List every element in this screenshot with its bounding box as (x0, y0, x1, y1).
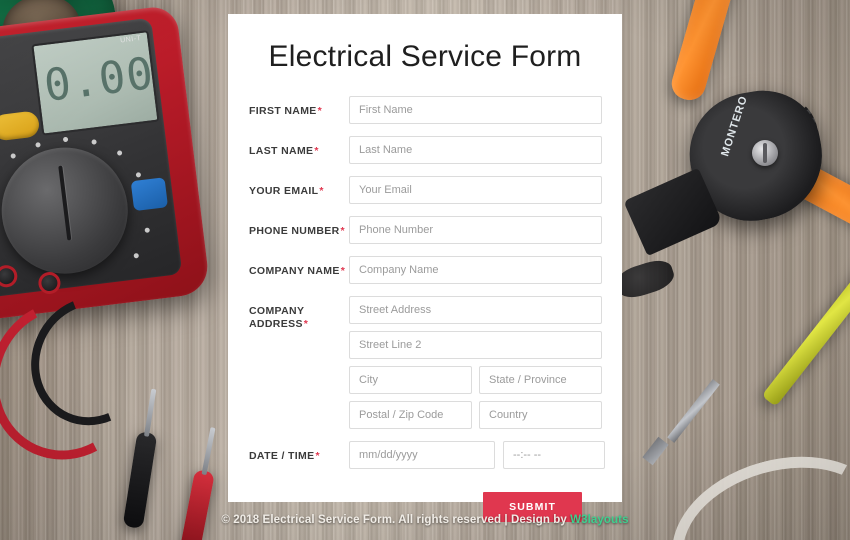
required-asterisk: * (315, 450, 320, 462)
field-wrap-last-name (349, 136, 602, 164)
label-phone-text: PHONE NUMBER (249, 225, 340, 237)
last-name-input[interactable] (349, 136, 602, 164)
label-date-time: DATE / TIME* (249, 441, 349, 463)
city-input[interactable] (349, 366, 472, 394)
label-company-name-text: COMPANY NAME (249, 265, 340, 277)
field-wrap-email (349, 176, 602, 204)
electrical-service-form: FIRST NAME* LAST NAME* YOUR EMAIL* (228, 74, 622, 522)
date-input[interactable] (349, 441, 495, 469)
label-first-name: FIRST NAME* (249, 96, 349, 118)
field-row-company-address: COMPANY ADDRESS* (249, 296, 602, 429)
label-email-text: YOUR EMAIL (249, 185, 319, 197)
field-row-last-name: LAST NAME* (249, 136, 602, 164)
page-root: UNI-T 0.00 (0, 0, 850, 540)
label-company-name: COMPANY NAME* (249, 256, 349, 278)
field-wrap-phone (349, 216, 602, 244)
footer: © 2018 Electrical Service Form. All righ… (0, 514, 850, 526)
street-line-2-input[interactable] (349, 331, 602, 359)
field-row-date-time: DATE / TIME* (249, 441, 605, 469)
label-last-name: LAST NAME* (249, 136, 349, 158)
state-province-input[interactable] (479, 366, 602, 394)
label-phone: PHONE NUMBER* (249, 216, 349, 238)
required-asterisk: * (317, 105, 323, 117)
field-row-company-name: COMPANY NAME* (249, 256, 602, 284)
page-title: Electrical Service Form (268, 40, 582, 73)
time-input[interactable] (503, 441, 605, 469)
street-address-input[interactable] (349, 296, 602, 324)
footer-designer-link[interactable]: W3layouts (570, 514, 628, 526)
label-first-name-text: FIRST NAME (249, 105, 317, 117)
country-input[interactable] (479, 401, 602, 429)
field-wrap-date-time (349, 441, 605, 469)
required-asterisk: * (314, 145, 319, 157)
label-company-address: COMPANY ADDRESS* (249, 296, 349, 330)
first-name-input[interactable] (349, 96, 602, 124)
phone-number-input[interactable] (349, 216, 602, 244)
label-date-time-text: DATE / TIME (249, 450, 315, 462)
company-name-input[interactable] (349, 256, 602, 284)
required-asterisk: * (340, 265, 346, 277)
label-last-name-text: LAST NAME (249, 145, 314, 157)
footer-copyright-text: © 2018 Electrical Service Form. All righ… (221, 514, 571, 526)
field-row-email: YOUR EMAIL* (249, 176, 602, 204)
postal-zip-input[interactable] (349, 401, 472, 429)
field-wrap-company-name (349, 256, 602, 284)
required-asterisk: * (303, 317, 309, 330)
field-row-phone: PHONE NUMBER* (249, 216, 602, 244)
label-email: YOUR EMAIL* (249, 176, 349, 198)
label-company-address-text: COMPANY ADDRESS (249, 305, 305, 330)
form-card: Electrical Service Form FIRST NAME* LAST… (228, 14, 622, 522)
field-row-first-name: FIRST NAME* (249, 96, 602, 124)
address-postal-country-row (349, 401, 602, 429)
required-asterisk: * (340, 225, 345, 237)
email-input[interactable] (349, 176, 602, 204)
address-city-state-row (349, 366, 602, 394)
field-wrap-first-name (349, 96, 602, 124)
required-asterisk: * (319, 185, 324, 197)
field-wrap-company-address (349, 296, 602, 429)
